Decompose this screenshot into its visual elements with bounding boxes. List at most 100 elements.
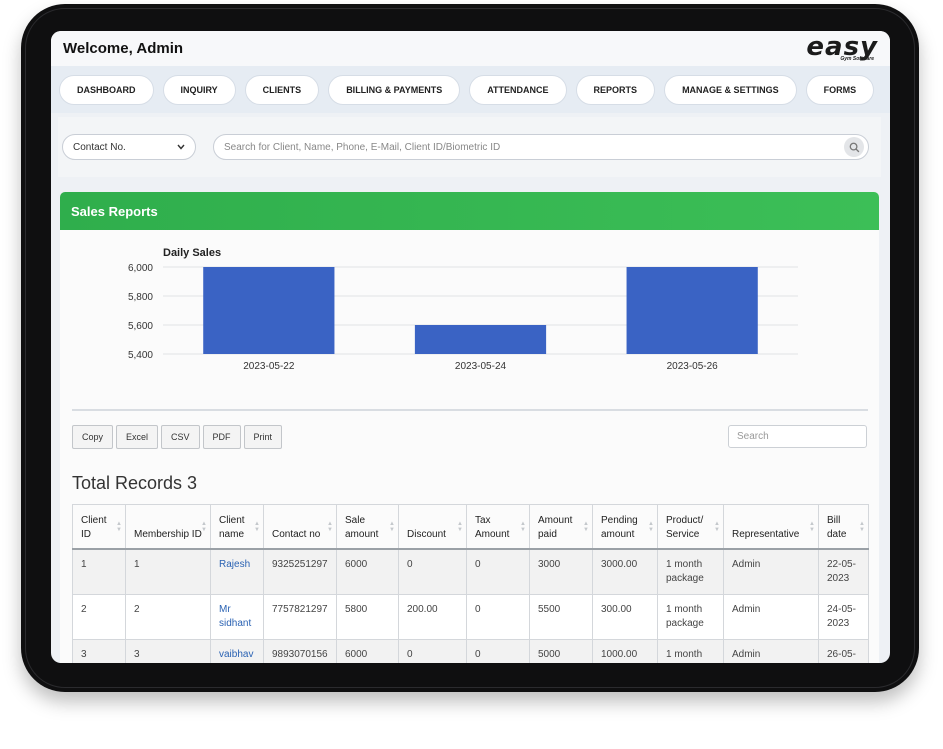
sort-icon: ▲ ▼ bbox=[457, 520, 463, 533]
table-cell: 1 month package bbox=[657, 639, 724, 663]
table-cell: 26-05-2023 bbox=[818, 639, 869, 663]
table-cell: 1 bbox=[72, 548, 126, 595]
nav-reports[interactable]: REPORTS bbox=[575, 74, 656, 105]
client-name-link[interactable]: vaibhav bbox=[219, 649, 253, 660]
panel-title: Sales Reports bbox=[71, 203, 158, 219]
main-nav: DASHBOARD INQUIRY CLIENTS BILLING & PAYM… bbox=[51, 66, 890, 113]
table-cell: 9325251297 bbox=[263, 548, 337, 595]
y-tick-label: 5,800 bbox=[128, 292, 153, 303]
nav-inquiry[interactable]: INQUIRY bbox=[162, 74, 236, 105]
client-name-link[interactable]: Mr sidhant bbox=[219, 604, 251, 629]
x-tick-label: 2023-05-24 bbox=[455, 361, 507, 372]
copy-button[interactable]: Copy bbox=[72, 425, 114, 449]
column-header[interactable]: Client ID ▲ ▼ bbox=[72, 504, 126, 550]
y-tick-label: 5,400 bbox=[128, 350, 153, 361]
bar-2023-05-22 bbox=[203, 267, 335, 354]
table-cell: 6000 bbox=[336, 548, 399, 595]
print-button[interactable]: Print bbox=[243, 425, 283, 449]
column-header-label: Tax Amount bbox=[475, 515, 510, 540]
table-cell: 0 bbox=[466, 548, 530, 595]
nav-dashboard[interactable]: DASHBOARD bbox=[59, 74, 154, 105]
table-search-input[interactable]: Search bbox=[728, 425, 867, 448]
table-row: 1 1 Rajesh 9325251297 6000 0 0 3000 3000.00 1 mon… bbox=[72, 548, 869, 595]
column-header-label: Bill date bbox=[827, 515, 847, 540]
column-header-label: Amount paid bbox=[538, 515, 573, 540]
table-cell: 9893070156 bbox=[263, 639, 337, 663]
top-bar: Welcome, Admin easy Gym Software bbox=[51, 31, 890, 66]
table-cell: 1 bbox=[125, 548, 211, 595]
column-header-label: Discount bbox=[407, 529, 446, 540]
column-header[interactable]: Bill date ▲ ▼ bbox=[818, 504, 869, 550]
y-tick-label: 5,600 bbox=[128, 321, 153, 332]
chart-svg: Daily Sales 6,000 5,800 5,600 5,400 2023-05-2… bbox=[128, 247, 798, 372]
column-header-label: Sale amount bbox=[345, 515, 379, 540]
sort-icon: ▲ ▼ bbox=[648, 520, 654, 533]
table-cell: Admin bbox=[723, 639, 819, 663]
select-value: Contact No. bbox=[73, 141, 126, 153]
table-cell: Admin bbox=[723, 548, 819, 595]
excel-button[interactable]: Excel bbox=[116, 425, 159, 449]
column-header-label: Representative bbox=[732, 529, 800, 540]
divider bbox=[72, 409, 868, 411]
table-cell: 3000.00 bbox=[592, 548, 658, 595]
table-cell: 2 bbox=[72, 594, 126, 640]
column-header-label: Pending amount bbox=[601, 515, 638, 540]
table-body: 1 1 Rajesh 9325251297 6000 0 0 3000 3000.00 1 mon… bbox=[72, 548, 869, 663]
table-cell: 0 bbox=[466, 639, 530, 663]
x-tick-label: 2023-05-26 bbox=[667, 361, 719, 372]
table-cell: 1 month package bbox=[657, 548, 724, 595]
nav-clients[interactable]: CLIENTS bbox=[244, 74, 320, 105]
table-cell: 22-05-2023 bbox=[818, 548, 869, 595]
nav-attendance[interactable]: ATTENDANCE bbox=[469, 74, 567, 105]
table-cell: 200.00 bbox=[398, 594, 467, 640]
bar-2023-05-26 bbox=[626, 267, 758, 354]
table-cell: 6000 bbox=[336, 639, 399, 663]
table-cell: 3 bbox=[72, 639, 126, 663]
table-header-row: Client ID ▲ ▼ Membership ID ▲ ▼ Client name ▲ ▼ C… bbox=[72, 504, 869, 550]
search-input[interactable]: Search for Client, Name, Phone, E-Mail, … bbox=[213, 134, 869, 160]
table-cell: 1000.00 bbox=[592, 639, 658, 663]
search-field-select[interactable]: Contact No. bbox=[62, 134, 196, 160]
column-header[interactable]: Contact no ▲ ▼ bbox=[263, 504, 337, 550]
sort-icon: ▲ ▼ bbox=[201, 520, 207, 533]
column-header[interactable]: Representative ▲ ▼ bbox=[723, 504, 819, 550]
csv-button[interactable]: CSV bbox=[161, 425, 200, 449]
daily-sales-chart: Daily Sales 6,000 5,800 5,600 5,400 2023-05-2… bbox=[60, 230, 879, 400]
column-header-label: Contact no bbox=[272, 529, 321, 540]
table-cell: 5800 bbox=[336, 594, 399, 640]
table-row: 3 3 vaibhav 9893070156 6000 0 0 5000 1000.00 1 mo… bbox=[72, 639, 869, 663]
column-header[interactable]: Amount paid ▲ ▼ bbox=[529, 504, 593, 550]
table-cell: 7757821297 bbox=[263, 594, 337, 640]
pdf-button[interactable]: PDF bbox=[202, 425, 241, 449]
chevron-down-icon bbox=[177, 144, 185, 150]
welcome-text: Welcome, Admin bbox=[63, 40, 184, 57]
table-cell: 300.00 bbox=[592, 594, 658, 640]
column-header[interactable]: Pending amount ▲ ▼ bbox=[592, 504, 658, 550]
table-cell: 2 bbox=[125, 594, 211, 640]
sort-icon: ▲ ▼ bbox=[327, 520, 333, 533]
nav-manage-settings[interactable]: MANAGE & SETTINGS bbox=[664, 74, 797, 105]
search-button[interactable] bbox=[844, 137, 864, 157]
nav-forms[interactable]: FORMS bbox=[805, 74, 875, 105]
sort-icon: ▲ ▼ bbox=[116, 520, 122, 533]
column-header[interactable]: Sale amount ▲ ▼ bbox=[336, 504, 399, 550]
column-header[interactable]: Discount ▲ ▼ bbox=[398, 504, 467, 550]
nav-billing-payments[interactable]: BILLING & PAYMENTS bbox=[328, 74, 461, 105]
app-screen: Welcome, Admin easy Gym Software DASHBOA… bbox=[51, 31, 890, 663]
column-header-label: Client ID bbox=[81, 515, 107, 540]
panel-header: Sales Reports bbox=[60, 192, 879, 230]
table-cell: 0 bbox=[398, 639, 467, 663]
column-header[interactable]: Tax Amount ▲ ▼ bbox=[466, 504, 530, 550]
sort-icon: ▲ ▼ bbox=[809, 520, 815, 533]
sort-icon: ▲ ▼ bbox=[583, 520, 589, 533]
sort-icon: ▲ ▼ bbox=[859, 520, 865, 533]
column-header[interactable]: Client name ▲ ▼ bbox=[210, 504, 264, 550]
client-name-link[interactable]: Rajesh bbox=[219, 559, 250, 570]
column-header[interactable]: Membership ID ▲ ▼ bbox=[125, 504, 211, 550]
sort-icon: ▲ ▼ bbox=[520, 520, 526, 533]
sort-icon: ▲ ▼ bbox=[714, 520, 720, 533]
column-header-label: Product/ Service bbox=[666, 515, 704, 540]
table-search-placeholder: Search bbox=[737, 431, 769, 442]
table-cell: Admin bbox=[723, 594, 819, 640]
column-header[interactable]: Product/ Service ▲ ▼ bbox=[657, 504, 724, 550]
